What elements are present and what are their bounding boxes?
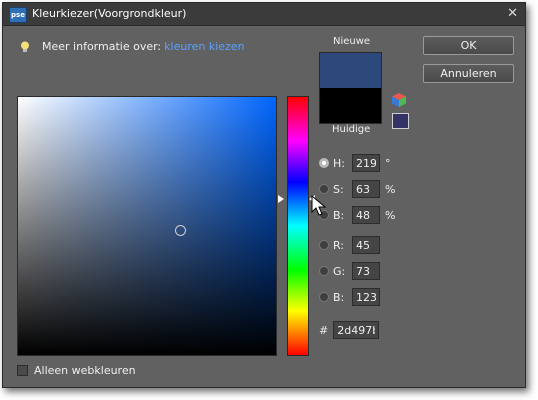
new-swatch-label: Nieuwe bbox=[333, 36, 371, 47]
color-picker-dialog: pse Kleurkiezer(Voorgrondkleur) ✕ Meer i… bbox=[2, 2, 526, 388]
info-row: Meer informatie over: kleuren kiezen bbox=[20, 40, 245, 53]
hue-label: H: bbox=[333, 156, 345, 170]
hex-input[interactable] bbox=[333, 321, 380, 339]
cancel-button[interactable]: Annuleren bbox=[423, 64, 514, 83]
blue-input[interactable] bbox=[352, 288, 380, 306]
app-icon: pse bbox=[9, 7, 27, 23]
current-color-swatch[interactable] bbox=[320, 88, 381, 123]
info-label: Meer informatie over: bbox=[42, 40, 162, 53]
hue-slider-handle-left[interactable] bbox=[278, 195, 284, 203]
saturation-label: S: bbox=[333, 182, 344, 196]
hue-unit: ° bbox=[385, 156, 391, 170]
saturation-unit: % bbox=[385, 182, 396, 196]
saturation-radio[interactable] bbox=[319, 184, 329, 194]
brightness-unit: % bbox=[385, 208, 396, 222]
color-picker-circle[interactable] bbox=[175, 225, 186, 236]
hue-input[interactable] bbox=[352, 154, 380, 172]
blue-row: B: bbox=[319, 287, 380, 307]
blue-radio[interactable] bbox=[319, 292, 329, 302]
hex-label: # bbox=[319, 323, 329, 337]
close-icon[interactable]: ✕ bbox=[507, 6, 518, 21]
green-label: G: bbox=[333, 264, 346, 278]
brightness-input[interactable] bbox=[352, 206, 380, 224]
web-colors-checkbox[interactable] bbox=[17, 365, 28, 376]
saturation-input[interactable] bbox=[352, 180, 380, 198]
window-title: Kleurkiezer(Voorgrondkleur) bbox=[32, 7, 187, 20]
brightness-row: B: % bbox=[319, 205, 395, 225]
red-input[interactable] bbox=[352, 236, 380, 254]
ok-button[interactable]: OK bbox=[423, 36, 514, 55]
brightness-label: B: bbox=[333, 208, 345, 222]
red-radio[interactable] bbox=[319, 240, 329, 250]
web-colors-option: Alleen webkleuren bbox=[17, 364, 136, 377]
hex-row: # bbox=[319, 321, 380, 339]
hue-row: H: ° bbox=[319, 153, 391, 173]
web-colors-label: Alleen webkleuren bbox=[34, 364, 136, 377]
red-label: R: bbox=[333, 238, 345, 252]
new-color-swatch bbox=[320, 53, 381, 88]
blue-label: B: bbox=[333, 290, 345, 304]
web-safe-swatch[interactable] bbox=[392, 113, 409, 129]
green-radio[interactable] bbox=[319, 266, 329, 276]
arrow-cursor-icon bbox=[311, 195, 327, 216]
info-link[interactable]: kleuren kiezen bbox=[164, 40, 244, 53]
title-bar: pse Kleurkiezer(Voorgrondkleur) ✕ bbox=[3, 3, 525, 26]
green-input[interactable] bbox=[352, 262, 380, 280]
current-swatch-label: Huidige bbox=[332, 124, 371, 135]
green-row: G: bbox=[319, 261, 380, 281]
lightbulb-icon bbox=[21, 41, 29, 52]
saturation-brightness-field[interactable] bbox=[17, 96, 277, 356]
color-cube-icon[interactable] bbox=[391, 92, 407, 108]
swatch-compare bbox=[319, 52, 382, 124]
hue-radio[interactable] bbox=[319, 158, 329, 168]
saturation-row: S: % bbox=[319, 179, 395, 199]
red-row: R: bbox=[319, 235, 380, 255]
hue-slider[interactable] bbox=[287, 96, 309, 356]
